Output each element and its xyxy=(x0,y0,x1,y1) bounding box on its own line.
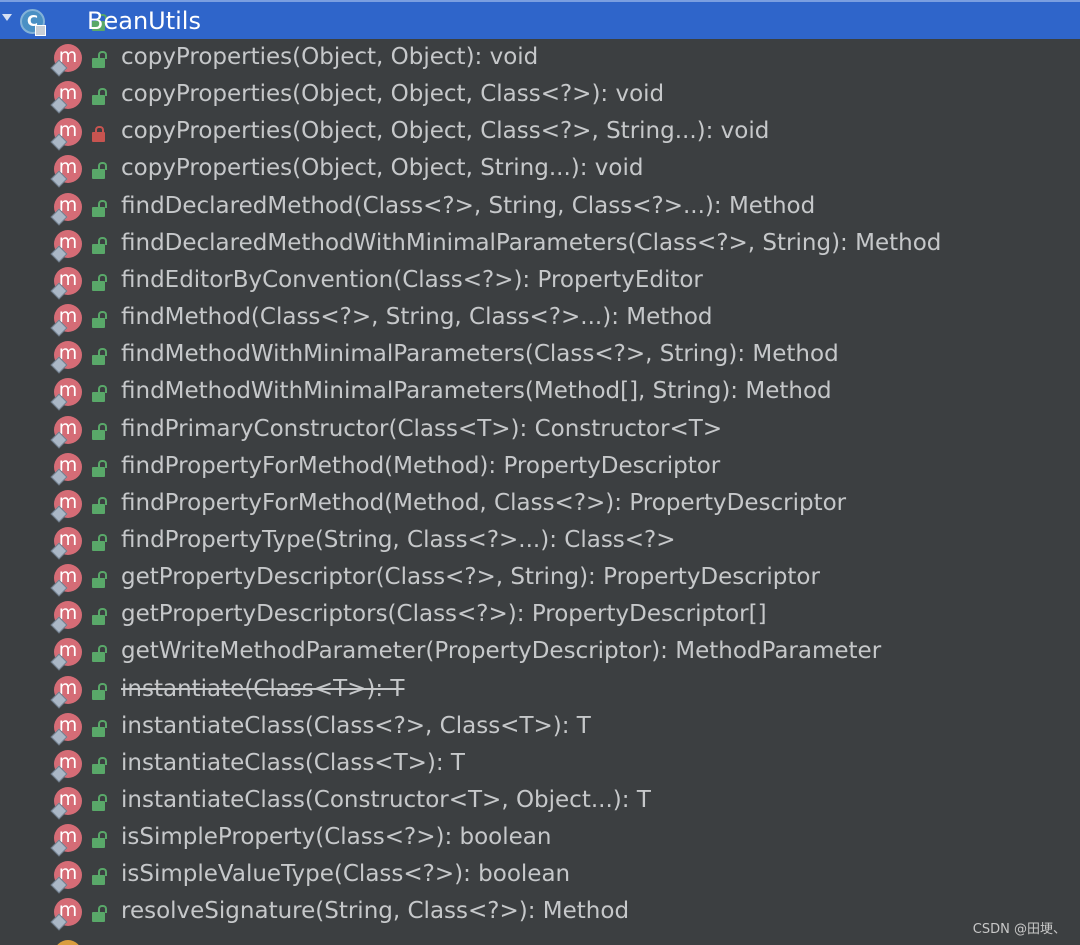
tree-row-method[interactable]: m findDeclaredMethodWithMinimalParameters… xyxy=(0,225,1080,263)
tree-row-method[interactable]: m getPropertyDescriptors(Class<?>): Prope… xyxy=(0,596,1080,634)
method-icon: m xyxy=(50,304,82,337)
method-icon: m xyxy=(50,564,82,597)
method-icon: m xyxy=(50,229,82,263)
method-icon: m xyxy=(50,192,82,226)
method-signature-label: findPropertyForMethod(Method): PropertyD… xyxy=(121,452,721,479)
tree-row-method[interactable]: m copyProperties(Object, Object, String..… xyxy=(0,150,1080,188)
tree-row-method[interactable]: m isSimpleValueType(Class<?>): boolean xyxy=(0,856,1080,894)
tree-row-method[interactable]: m copyProperties(Object, Object, Class<?>… xyxy=(0,113,1080,151)
tree-row-method[interactable]: m instantiateClass(Class<T>): T xyxy=(0,745,1080,783)
method-icon: m xyxy=(50,266,82,300)
watermark: CSDN @田埂、 xyxy=(972,922,1066,937)
tree-row-method[interactable]: m findPropertyForMethod(Method, Class<?>)… xyxy=(0,485,1080,523)
tree-row-method[interactable]: m findPropertyType(String, Class<?>...): … xyxy=(0,522,1080,560)
method-icon: m xyxy=(50,675,82,709)
method-signature-label: findPropertyType(String, Class<?>...): C… xyxy=(121,526,676,553)
tree-row-method[interactable]: m findPropertyForMethod(Method): Property… xyxy=(0,448,1080,486)
method-signature-label: findMethodWithMinimalParameters(Class<?>… xyxy=(121,341,839,368)
method-icon: m xyxy=(50,118,82,151)
tree-row-method[interactable]: m findMethodWithMinimalParameters(Class<?… xyxy=(0,336,1080,374)
method-signature-label: findPropertyForMethod(Method, Class<?>):… xyxy=(121,489,847,516)
tree-row-method[interactable]: m findPrimaryConstructor(Class<T>): Const… xyxy=(0,411,1080,448)
method-icon: m xyxy=(50,489,82,523)
method-signature-label: copyProperties(Object, Object): void xyxy=(121,44,539,70)
pin-icon xyxy=(35,25,46,36)
method-signature-label: instantiate(Class<T>): T xyxy=(121,675,405,702)
method-signature-label: getPropertyDescriptors(Class<?>): Proper… xyxy=(121,601,767,628)
tree-row-method[interactable]: m instantiateClass(Constructor<T>, Object… xyxy=(0,782,1080,820)
method-icon: m xyxy=(50,824,82,857)
method-signature-label: instantiateClass(Constructor<T>, Object.… xyxy=(121,787,651,813)
method-signature-label: instantiateClass(Class<T>): T xyxy=(121,749,465,776)
tree-row-method[interactable]: m copyProperties(Object, Object): void xyxy=(0,39,1080,77)
method-signature-label: findEditorByConvention(Class<?>): Proper… xyxy=(121,266,703,293)
method-icon: m xyxy=(50,526,82,560)
method-signature-label: copyProperties(Object, Object, Class<?>,… xyxy=(121,118,770,145)
method-signature-label: resolveSignature(String, Class<?>): Meth… xyxy=(121,898,630,925)
collapse-arrow-icon[interactable] xyxy=(2,14,12,21)
tree-row-method[interactable]: m getPropertyDescriptor(Class<?>, String)… xyxy=(0,559,1080,597)
tree-row-partial-field[interactable] xyxy=(0,935,1080,945)
tree-row-beanutils-class[interactable]: C BeanUtils xyxy=(0,0,1080,39)
method-icon: m xyxy=(50,787,82,820)
method-icon: m xyxy=(50,341,82,374)
method-signature-label: isSimpleValueType(Class<?>): boolean xyxy=(121,861,571,888)
method-icon: m xyxy=(50,712,82,746)
method-signature-label: isSimpleProperty(Class<?>): boolean xyxy=(121,824,552,851)
method-icon: m xyxy=(50,749,82,783)
method-signature-label: findMethodWithMinimalParameters(Method[]… xyxy=(121,378,832,405)
method-signature-label: findMethod(Class<?>, String, Class<?>...… xyxy=(121,304,713,331)
class-icon: C xyxy=(20,9,46,36)
tree-row-method[interactable]: m copyProperties(Object, Object, Class<?>… xyxy=(0,76,1080,114)
method-signature-label: copyProperties(Object, Object, Class<?>)… xyxy=(121,81,665,108)
structure-tree[interactable]: C BeanUtils m copyProperties(Object, Obje… xyxy=(0,0,1080,945)
method-signature-label: findDeclaredMethod(Class<?>, String, Cla… xyxy=(121,192,816,219)
tree-row-method[interactable]: m instantiateClass(Class<?>, Class<T>): T xyxy=(0,708,1080,746)
class-name-label: BeanUtils xyxy=(87,7,201,35)
tree-row-method[interactable]: m findMethodWithMinimalParameters(Method[… xyxy=(0,373,1080,411)
field-icon xyxy=(54,940,82,945)
method-icon: m xyxy=(50,638,82,671)
method-signature-label: instantiateClass(Class<?>, Class<T>): T xyxy=(121,712,591,739)
method-icon: m xyxy=(50,861,82,894)
method-icon: m xyxy=(50,155,82,188)
method-icon: m xyxy=(50,81,82,114)
tree-row-method[interactable]: m findDeclaredMethod(Class<?>, String, Cl… xyxy=(0,188,1080,226)
method-icon: m xyxy=(50,898,82,931)
method-signature-label: findPrimaryConstructor(Class<T>): Constr… xyxy=(121,415,723,442)
method-signature-label: findDeclaredMethodWithMinimalParameters(… xyxy=(121,229,942,256)
method-signature-label: getPropertyDescriptor(Class<?>, String):… xyxy=(121,564,820,591)
method-icon: m xyxy=(50,452,82,486)
tree-row-method[interactable]: m findMethod(Class<?>, String, Class<?>..… xyxy=(0,299,1080,337)
tree-row-method[interactable]: m resolveSignature(String, Class<?>): Met… xyxy=(0,893,1080,931)
method-signature-label: getWriteMethodParameter(PropertyDescript… xyxy=(121,638,882,665)
tree-row-method[interactable]: m isSimpleProperty(Class<?>): boolean xyxy=(0,819,1080,857)
tree-row-method[interactable]: m instantiate(Class<T>): T xyxy=(0,671,1080,709)
tree-row-method[interactable]: m getWriteMethodParameter(PropertyDescrip… xyxy=(0,633,1080,671)
method-icon: m xyxy=(50,415,82,448)
method-signature-label: copyProperties(Object, Object, String...… xyxy=(121,155,644,182)
tree-row-method[interactable]: m findEditorByConvention(Class<?>): Prope… xyxy=(0,262,1080,300)
method-icon: m xyxy=(50,44,82,77)
method-icon: m xyxy=(50,601,82,634)
method-icon: m xyxy=(50,378,82,411)
